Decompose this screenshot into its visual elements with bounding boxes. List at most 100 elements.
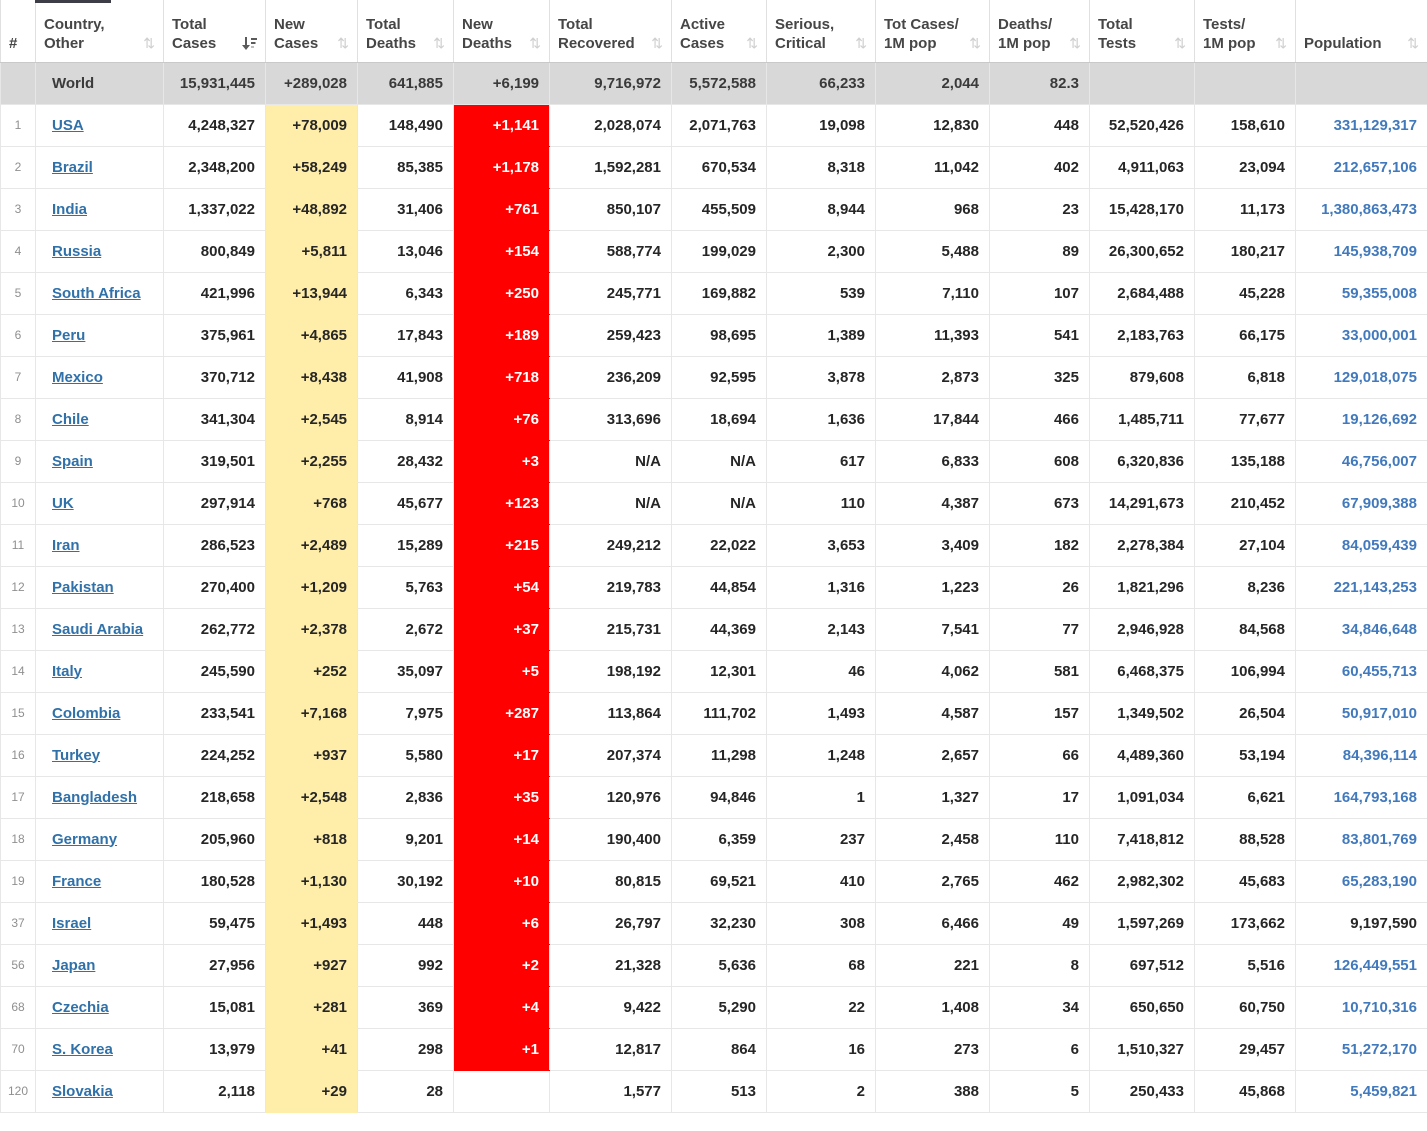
sort-icon[interactable]: ⇅ <box>1401 35 1419 53</box>
cell-new-cases: +13,944 <box>266 272 358 314</box>
cell-total-recovered: 245,771 <box>550 272 672 314</box>
cell-tests-per-1m: 6,621 <box>1195 776 1296 818</box>
population-link[interactable]: 212,657,106 <box>1334 159 1417 176</box>
sort-icon[interactable]: ⇅ <box>427 35 445 53</box>
population-link[interactable]: 50,917,010 <box>1342 705 1417 722</box>
country-link[interactable]: Czechia <box>52 999 109 1016</box>
header-new-cases[interactable]: New Cases⇅ <box>266 0 358 62</box>
population-link[interactable]: 129,018,075 <box>1334 369 1417 386</box>
cell-tests-per-1m: 11,173 <box>1195 188 1296 230</box>
sort-icon[interactable]: ⇅ <box>645 35 663 53</box>
cell-new-cases: +2,378 <box>266 608 358 650</box>
cell-total-recovered: 219,783 <box>550 566 672 608</box>
cell-total-deaths: 6,343 <box>358 272 454 314</box>
header-tests-per-1m[interactable]: Tests/ 1M pop⇅ <box>1195 0 1296 62</box>
country-link[interactable]: Germany <box>52 831 117 848</box>
country-link[interactable]: Turkey <box>52 747 100 764</box>
cell-total-recovered: N/A <box>550 440 672 482</box>
country-link[interactable]: Bangladesh <box>52 789 137 806</box>
header-total-tests[interactable]: Total Tests⇅ <box>1090 0 1195 62</box>
country-link[interactable]: Mexico <box>52 369 103 386</box>
cell-serious-critical: 1,248 <box>767 734 876 776</box>
cell-active-cases: 670,534 <box>672 146 767 188</box>
population-link[interactable]: 164,793,168 <box>1334 789 1417 806</box>
population-link[interactable]: 51,272,170 <box>1342 1041 1417 1058</box>
population-link[interactable]: 145,938,709 <box>1334 243 1417 260</box>
header-total-deaths[interactable]: Total Deaths⇅ <box>358 0 454 62</box>
country-link[interactable]: Saudi Arabia <box>52 621 143 638</box>
cell-total-deaths: 31,406 <box>358 188 454 230</box>
header-total-cases[interactable]: Total Cases <box>164 0 266 62</box>
population-link[interactable]: 59,355,008 <box>1342 285 1417 302</box>
population-link[interactable]: 84,059,439 <box>1342 537 1417 554</box>
country-row: 15Colombia233,541+7,1687,975+287113,8641… <box>1 692 1427 734</box>
population-link[interactable]: 46,756,007 <box>1342 453 1417 470</box>
sort-icon[interactable]: ⇅ <box>137 35 155 53</box>
cell-rank: 1 <box>1 104 36 146</box>
sort-icon[interactable]: ⇅ <box>331 35 349 53</box>
country-link[interactable]: USA <box>52 117 84 134</box>
header-cases-per-1m[interactable]: Tot Cases/ 1M pop⇅ <box>876 0 990 62</box>
header-new-deaths[interactable]: New Deaths⇅ <box>454 0 550 62</box>
country-link[interactable]: Israel <box>52 915 91 932</box>
cell-total-cases: 341,304 <box>164 398 266 440</box>
country-link[interactable]: Pakistan <box>52 579 114 596</box>
sort-icon[interactable]: ⇅ <box>1063 35 1081 53</box>
header-population[interactable]: Population⇅ <box>1296 0 1427 62</box>
country-link[interactable]: Peru <box>52 327 85 344</box>
header-deaths-per-1m[interactable]: Deaths/ 1M pop⇅ <box>990 0 1090 62</box>
country-link[interactable]: S. Korea <box>52 1041 113 1058</box>
population-link[interactable]: 1,380,863,473 <box>1321 201 1417 218</box>
country-link[interactable]: Japan <box>52 957 95 974</box>
population-link[interactable]: 34,846,648 <box>1342 621 1417 638</box>
country-link[interactable]: South Africa <box>52 285 141 302</box>
country-link[interactable]: Spain <box>52 453 93 470</box>
country-link[interactable]: Brazil <box>52 159 93 176</box>
cell-deaths-per-1m: 110 <box>990 818 1090 860</box>
country-row: 70S. Korea13,979+41298+112,8178641627361… <box>1 1028 1427 1070</box>
cell-cases-per-1m: 6,466 <box>876 902 990 944</box>
sort-icon[interactable]: ⇅ <box>523 35 541 53</box>
country-link[interactable]: Slovakia <box>52 1083 113 1100</box>
header-total-recovered[interactable]: Total Recovered⇅ <box>550 0 672 62</box>
country-link[interactable]: India <box>52 201 87 218</box>
population-link[interactable]: 84,396,114 <box>1343 747 1417 764</box>
cell-deaths-per-1m: 26 <box>990 566 1090 608</box>
country-link[interactable]: Colombia <box>52 705 120 722</box>
country-link[interactable]: France <box>52 873 101 890</box>
header-active-cases[interactable]: Active Cases⇅ <box>672 0 767 62</box>
population-link[interactable]: 33,000,001 <box>1342 327 1417 344</box>
population-link[interactable]: 19,126,692 <box>1342 411 1417 428</box>
population-link[interactable]: 60,455,713 <box>1342 663 1417 680</box>
population-link[interactable]: 221,143,253 <box>1334 579 1417 596</box>
sort-icon[interactable]: ⇅ <box>849 35 867 53</box>
country-link[interactable]: UK <box>52 495 74 512</box>
sort-icon[interactable]: ⇅ <box>1168 35 1186 53</box>
population-link[interactable]: 67,909,388 <box>1342 495 1417 512</box>
population-link[interactable]: 65,283,190 <box>1342 873 1417 890</box>
cell-serious-critical: 19,098 <box>767 104 876 146</box>
population-link[interactable]: 10,710,316 <box>1342 999 1417 1016</box>
cell-country: Bangladesh <box>36 776 164 818</box>
population-link[interactable]: 126,449,551 <box>1334 957 1417 974</box>
country-row: 17Bangladesh218,658+2,5482,836+35120,976… <box>1 776 1427 818</box>
population-link[interactable]: 331,129,317 <box>1334 117 1417 134</box>
country-link[interactable]: Chile <box>52 411 89 428</box>
country-link[interactable]: Italy <box>52 663 82 680</box>
header-serious-critical[interactable]: Serious, Critical⇅ <box>767 0 876 62</box>
sort-desc-icon[interactable] <box>236 37 257 51</box>
population-link[interactable]: 5,459,821 <box>1350 1083 1417 1100</box>
sort-icon[interactable]: ⇅ <box>740 35 758 53</box>
cell-serious-critical: 237 <box>767 818 876 860</box>
population-link[interactable]: 83,801,769 <box>1342 831 1417 848</box>
country-link[interactable]: Iran <box>52 537 80 554</box>
cell-new-deaths: +761 <box>454 188 550 230</box>
cell-cases-per-1m: 4,587 <box>876 692 990 734</box>
header-country[interactable]: Country, Other⇅ <box>36 0 164 62</box>
sort-icon[interactable]: ⇅ <box>1269 35 1287 53</box>
sort-icon[interactable]: ⇅ <box>963 35 981 53</box>
cell-cases-per-1m: 11,042 <box>876 146 990 188</box>
cell-active-cases: 94,846 <box>672 776 767 818</box>
cell-population: 221,143,253 <box>1296 566 1427 608</box>
country-link[interactable]: Russia <box>52 243 101 260</box>
